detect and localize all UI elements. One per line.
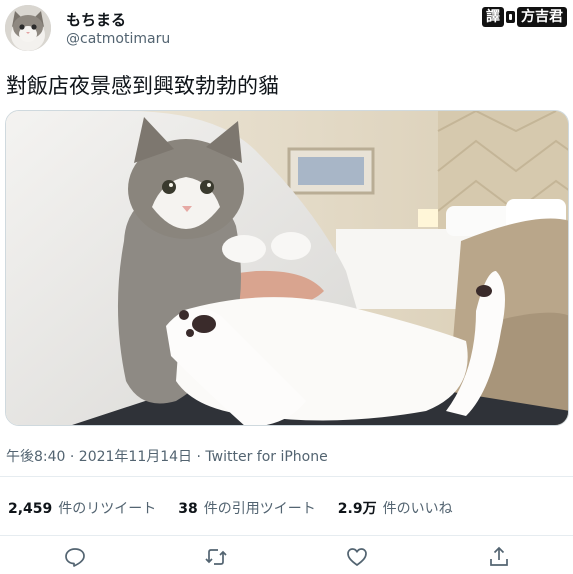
reply-icon [65,548,85,567]
avatar[interactable] [5,5,51,51]
quotes-label: 件の引用ツイート [203,501,316,517]
retweets-count: 2,459 [8,501,53,517]
watermark-icon [506,11,515,23]
tweet-timestamp[interactable]: 午後8:40 · 2021年11月14日 · Twitter for iPhon… [6,446,328,466]
retweet-icon [205,549,227,565]
tweet-text: 對飯店夜景感到興致勃勃的貓 [6,74,279,98]
retweets-stat[interactable]: 2,459 件のリツイート [8,498,156,518]
avatar-cat-icon [5,5,51,51]
tweet-header: もちまる @catmotimaru 譯 方吉君 [0,0,573,62]
like-icon [347,548,367,566]
retweet-button[interactable] [204,545,228,569]
translator-watermark: 譯 方吉君 [482,7,567,27]
likes-stat[interactable]: 2.9万 件のいいね [338,498,453,518]
share-icon [490,546,508,566]
user-handle[interactable]: @catmotimaru [66,31,170,47]
watermark-right-text: 方吉君 [517,7,567,27]
divider [0,535,573,536]
cat-photo-illustration [6,111,568,425]
tweet-photo[interactable] [5,110,569,426]
display-name[interactable]: もちまる [66,9,126,30]
tweet-stats: 2,459 件のリツイート 38 件の引用ツイート 2.9万 件のいいね [8,498,453,518]
likes-count: 2.9万 [337,501,377,517]
likes-label: 件のいいね [382,501,453,517]
like-button[interactable] [345,545,369,569]
quotes-stat[interactable]: 38 件の引用ツイート [178,498,315,518]
divider [0,476,573,477]
watermark-left-text: 譯 [482,7,504,27]
share-button[interactable] [487,545,511,569]
tweet-actions-bar [0,540,573,574]
retweets-label: 件のリツイート [58,501,157,517]
quotes-count: 38 [178,501,198,517]
reply-button[interactable] [63,545,87,569]
